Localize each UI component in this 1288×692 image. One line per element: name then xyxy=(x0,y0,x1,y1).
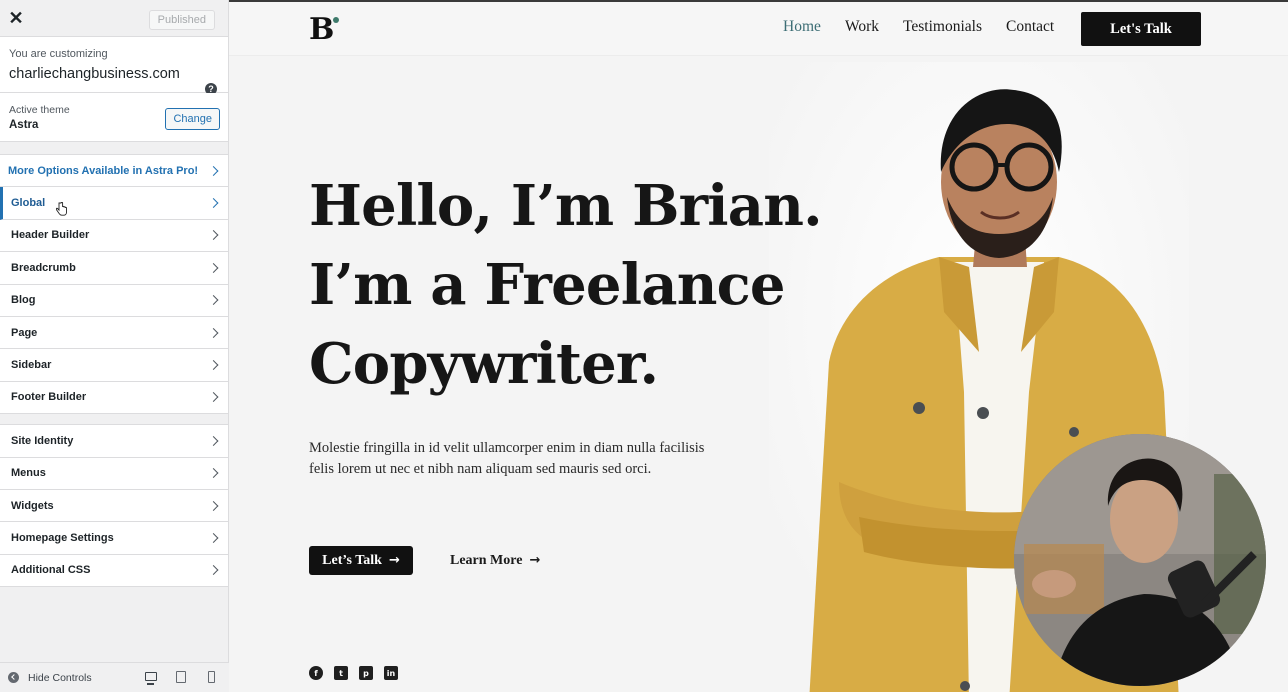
chevron-right-icon xyxy=(208,198,219,209)
panel-page[interactable]: Page xyxy=(0,316,228,350)
close-icon[interactable]: ✕ xyxy=(0,0,32,37)
panel-list: More Options Available in Astra Pro! Glo… xyxy=(0,154,228,588)
chevron-right-icon xyxy=(208,295,219,306)
learn-more-link[interactable]: Learn More → xyxy=(450,546,540,575)
desktop-preview-icon[interactable] xyxy=(145,672,157,685)
panel-sidebar[interactable]: Sidebar xyxy=(0,349,228,382)
chevron-right-icon xyxy=(208,392,219,403)
panel-label: Header Builder xyxy=(11,229,90,242)
active-theme-section: Active theme Astra Change xyxy=(0,93,228,142)
chevron-right-icon xyxy=(208,230,219,241)
twitter-icon[interactable]: t xyxy=(334,666,348,680)
panel-menus[interactable]: Menus xyxy=(0,457,228,490)
linkedin-icon[interactable]: in xyxy=(384,666,398,680)
hide-controls-button[interactable]: Hide Controls xyxy=(28,672,92,684)
nav-contact[interactable]: Contact xyxy=(1006,18,1054,36)
chevron-right-icon xyxy=(208,360,219,370)
hero-heading-line: Copywriter. xyxy=(309,331,659,397)
tablet-preview-icon[interactable] xyxy=(176,671,186,683)
panel-site-identity[interactable]: Site Identity xyxy=(0,425,228,458)
panel-label: Breadcrumb xyxy=(11,261,76,274)
chevron-right-icon xyxy=(208,468,219,479)
mobile-preview-icon[interactable] xyxy=(208,671,215,683)
panel-additional-css[interactable]: Additional CSS xyxy=(0,554,228,588)
chevron-right-icon xyxy=(208,262,219,273)
nav-testimonials[interactable]: Testimonials xyxy=(903,18,982,36)
panel-label: Additional CSS xyxy=(11,564,91,577)
chevron-right-icon xyxy=(208,500,219,511)
customizer-header: ✕ Published xyxy=(0,0,228,37)
customizer-sidebar: ✕ Published You are customizing charliec… xyxy=(0,0,229,692)
panel-homepage-settings[interactable]: Homepage Settings xyxy=(0,522,228,555)
panel-footer-builder[interactable]: Footer Builder xyxy=(0,381,228,415)
webcam-overlay xyxy=(1014,434,1266,686)
collapse-icon[interactable] xyxy=(8,672,19,683)
hero-heading: Hello, I’m Brian. I’m a Freelance Copywr… xyxy=(309,167,869,404)
hero-lets-talk-button[interactable]: Let’s Talk → xyxy=(309,546,413,575)
site-name: charliechangbusiness.com xyxy=(9,66,180,82)
customizing-info: You are customizing charliechangbusiness… xyxy=(0,37,228,95)
site-logo[interactable]: B xyxy=(309,12,334,47)
customizing-label: You are customizing xyxy=(9,48,108,60)
nav-work[interactable]: Work xyxy=(845,18,879,36)
panel-label: Homepage Settings xyxy=(11,531,114,544)
panel-label: Site Identity xyxy=(11,434,74,447)
hero-description: Molestie fringilla in id velit ullamcorp… xyxy=(309,440,705,477)
chevron-right-icon xyxy=(208,435,219,446)
astra-pro-label: More Options Available in Astra Pro! xyxy=(8,164,199,177)
hero-heading-line: Hello, I’m Brian. xyxy=(309,173,823,239)
panel-label: Page xyxy=(11,326,38,339)
hand-cursor-icon xyxy=(56,202,67,216)
pinterest-icon[interactable]: p xyxy=(359,666,373,680)
panel-header-builder[interactable]: Header Builder xyxy=(0,219,228,253)
social-links: f t p in xyxy=(309,666,398,680)
panel-label: Blog xyxy=(11,294,36,307)
chevron-right-icon xyxy=(208,165,219,176)
site-preview: B Home Work Testimonials Contact Let's T… xyxy=(229,0,1288,692)
site-header: B Home Work Testimonials Contact Let's T… xyxy=(229,2,1288,56)
astra-pro-link[interactable]: More Options Available in Astra Pro! xyxy=(0,155,228,188)
header-lets-talk-button[interactable]: Let's Talk xyxy=(1081,12,1201,46)
chevron-right-icon xyxy=(208,533,219,543)
arrow-right-icon: → xyxy=(388,553,400,568)
chevron-right-icon xyxy=(208,327,219,338)
panel-label: Sidebar xyxy=(11,359,52,372)
panel-global[interactable]: Global xyxy=(0,187,228,220)
panel-label: Menus xyxy=(11,467,46,480)
link-label: Learn More xyxy=(450,552,523,568)
published-button[interactable]: Published xyxy=(148,10,215,30)
panel-label: Global xyxy=(11,197,46,210)
button-label: Let’s Talk xyxy=(322,552,382,568)
customizer-footer: Hide Controls xyxy=(0,662,229,692)
change-theme-button[interactable]: Change xyxy=(165,108,220,130)
panel-blog[interactable]: Blog xyxy=(0,284,228,317)
panel-breadcrumb[interactable]: Breadcrumb xyxy=(0,252,228,285)
panel-widgets[interactable]: Widgets xyxy=(0,489,228,523)
nav-home[interactable]: Home xyxy=(783,18,821,36)
facebook-icon[interactable]: f xyxy=(309,666,323,680)
panel-label: Widgets xyxy=(11,499,54,512)
panel-label: Footer Builder xyxy=(11,391,87,404)
arrow-right-icon: → xyxy=(529,553,541,568)
hero-heading-line: I’m a Freelance xyxy=(309,252,786,318)
chevron-right-icon xyxy=(208,565,219,576)
logo-dot xyxy=(333,17,339,23)
